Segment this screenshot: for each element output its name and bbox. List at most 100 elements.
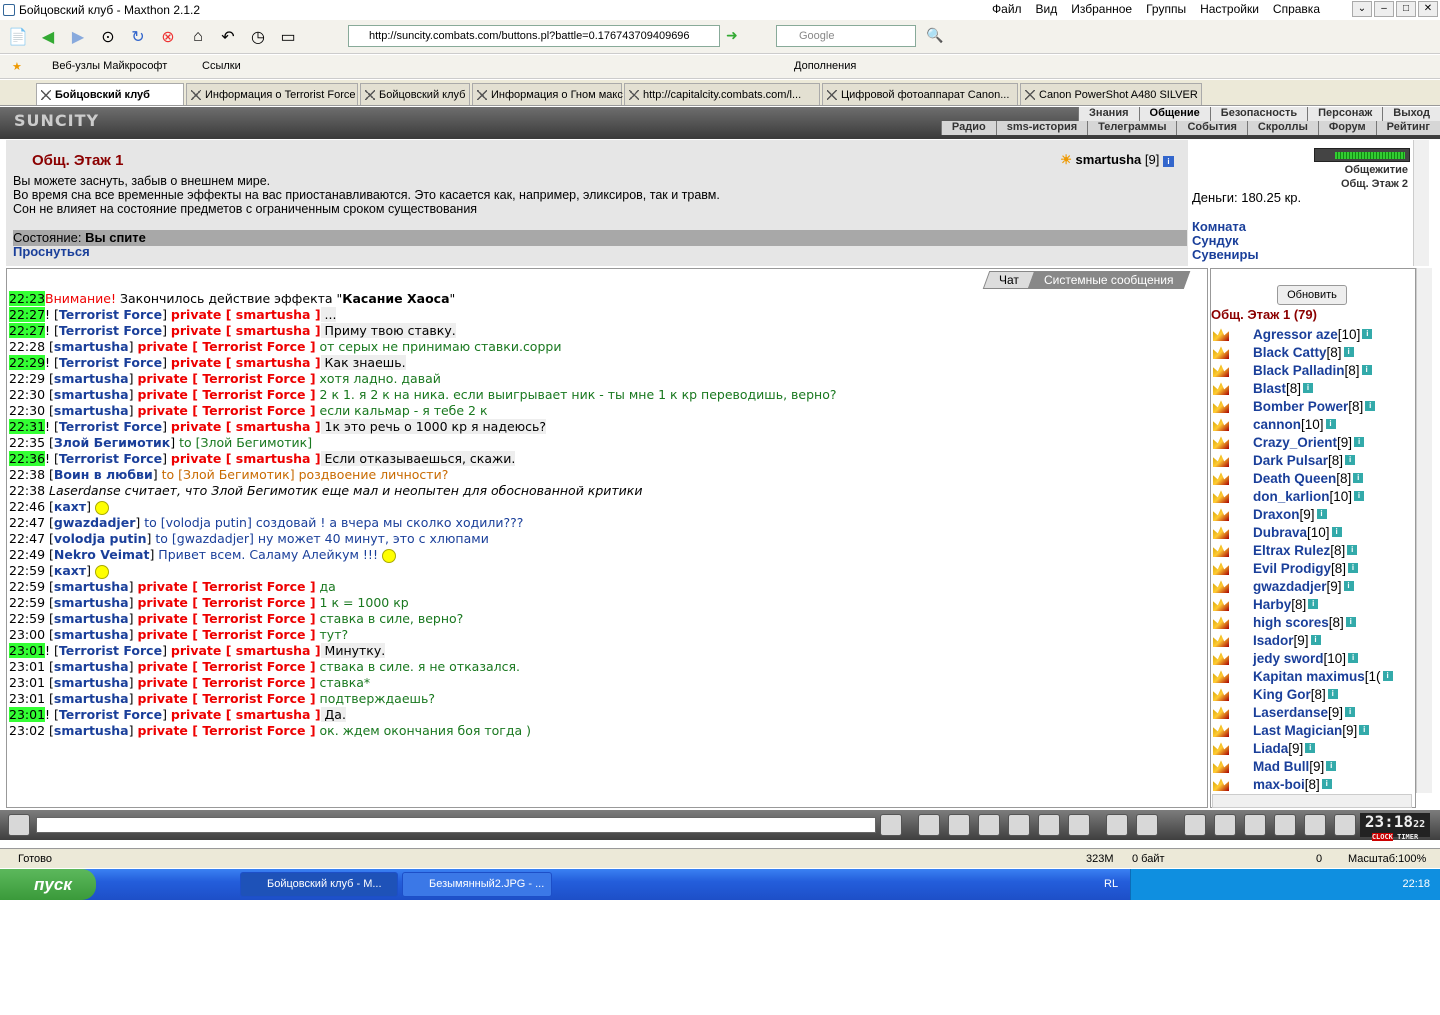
current-user[interactable]: ☀ smartusha [9] i (1060, 152, 1174, 168)
task-fightclub[interactable]: Бойцовский клуб - М... (240, 872, 398, 897)
private-target[interactable]: private [ Terrorist Force ] (137, 627, 315, 642)
stop-icon[interactable]: ⊗ (156, 25, 180, 49)
send-icon[interactable] (880, 814, 902, 836)
info-icon[interactable]: i (1359, 725, 1370, 735)
sender-name[interactable]: Nekro Veimat (54, 547, 150, 562)
nav-character[interactable]: Персонаж (1307, 107, 1382, 121)
private-target[interactable]: private [ Terrorist Force ] (137, 611, 315, 626)
user-list-item[interactable]: gwazdadjer [9] i (1213, 577, 1417, 595)
minimize-button[interactable]: – (1374, 1, 1394, 17)
sender-name[interactable]: smartusha (54, 627, 129, 642)
info-icon[interactable]: i (1308, 599, 1319, 609)
user-name[interactable]: Agressor aze (1253, 327, 1338, 342)
user-name[interactable]: Dubrava (1253, 525, 1307, 540)
info-icon[interactable]: i (1353, 473, 1364, 483)
info-icon[interactable]: i (1345, 617, 1356, 627)
sender-name[interactable]: Terrorist Force (59, 355, 162, 370)
nav-scrolls[interactable]: Скроллы (1246, 121, 1318, 135)
sender-name[interactable]: smartusha (54, 723, 129, 738)
sender-name[interactable]: gwazdadjer (54, 515, 135, 530)
private-target[interactable]: private [ smartusha ] (171, 419, 321, 434)
address-input[interactable]: http://suncity.combats.com/buttons.pl?ba… (348, 25, 720, 47)
tab-canon-powershot[interactable]: Canon PowerShot A480 SILVER (1020, 83, 1202, 105)
user-list-hscrollbar[interactable] (1212, 794, 1412, 808)
private-target[interactable]: private [ smartusha ] (171, 707, 321, 722)
eraser-icon[interactable] (918, 814, 940, 836)
go-icon[interactable]: ➜ (726, 27, 744, 45)
hand-icon[interactable] (1304, 814, 1326, 836)
tab-system-messages[interactable]: Системные сообщения (1028, 271, 1191, 289)
info-icon[interactable]: i (1343, 347, 1354, 357)
info-icon[interactable]: i (1310, 635, 1321, 645)
sender-name[interactable]: кахт (54, 499, 86, 514)
info-icon[interactable]: i (1361, 365, 1372, 375)
info-icon[interactable]: i (1316, 509, 1327, 519)
info-icon[interactable]: i (1348, 653, 1359, 663)
info-icon[interactable]: i (1321, 779, 1332, 789)
user-name[interactable]: Black Catty (1253, 345, 1327, 360)
sender-name[interactable]: Terrorist Force (59, 451, 162, 466)
user-list-item[interactable]: Kapitan maximus [1(i (1213, 667, 1417, 685)
user-name[interactable]: Death Queen (1253, 471, 1336, 486)
user-name[interactable]: Crazy_Orient (1253, 435, 1337, 450)
tab-fightclub-2[interactable]: Бойцовский клуб (360, 83, 470, 105)
user-name[interactable]: Mad Bull (1253, 759, 1309, 774)
user-list-item[interactable]: Liada [9] i (1213, 739, 1417, 757)
user-list-item[interactable]: Black Catty [8] i (1213, 343, 1417, 361)
info-icon[interactable]: i (1163, 156, 1174, 167)
scroll-icon[interactable] (1214, 814, 1236, 836)
user-name[interactable]: Black Palladin (1253, 363, 1345, 378)
user-name[interactable]: high scores (1253, 615, 1329, 630)
user-list-scrollbar[interactable] (1416, 268, 1432, 793)
private-target[interactable]: private [ smartusha ] (171, 323, 321, 338)
sender-name[interactable]: smartusha (54, 339, 129, 354)
user-list-item[interactable]: Laserdanse [9] i (1213, 703, 1417, 721)
private-target[interactable]: private [ Terrorist Force ] (137, 675, 315, 690)
info-icon[interactable]: i (1365, 401, 1376, 411)
nav-rating[interactable]: Рейтинг (1375, 121, 1440, 135)
user-name[interactable]: Evil Prodigy (1253, 561, 1331, 576)
user-list-item[interactable]: Blast [8] i (1213, 379, 1417, 397)
nav-forum[interactable]: Форум (1317, 121, 1376, 135)
user-list-item[interactable]: Dark Pulsar [8] i (1213, 451, 1417, 469)
link-dormitory[interactable]: Общежитие (1345, 164, 1408, 176)
user-name[interactable]: Last Magician (1253, 723, 1342, 738)
user-name[interactable]: Dark Pulsar (1253, 453, 1328, 468)
menu-favorites[interactable]: Избранное (1071, 2, 1132, 16)
sender-name[interactable]: Terrorist Force (59, 707, 162, 722)
info-icon[interactable]: i (1362, 329, 1373, 339)
sender-name[interactable]: smartusha (54, 691, 129, 706)
sender-name[interactable]: smartusha (54, 595, 129, 610)
user-name[interactable]: cannon (1253, 417, 1301, 432)
sender-name[interactable]: smartusha (54, 387, 129, 402)
forward-icon[interactable]: ▶ (66, 25, 90, 49)
private-target[interactable]: private [ Terrorist Force ] (137, 371, 315, 386)
sender-name[interactable]: Terrorist Force (59, 307, 162, 322)
menu-groups[interactable]: Группы (1146, 2, 1186, 16)
user-name[interactable]: Liada (1253, 741, 1288, 756)
user-list-item[interactable]: Bomber Power [8] i (1213, 397, 1417, 415)
user-list-item[interactable]: Draxon [9] i (1213, 505, 1417, 523)
bottle-icon[interactable] (1184, 814, 1206, 836)
favorites-star-icon[interactable]: ★ (12, 60, 22, 73)
private-target[interactable]: private [ Terrorist Force ] (137, 691, 315, 706)
info-icon[interactable]: i (1303, 383, 1314, 393)
sender-name[interactable]: smartusha (54, 675, 129, 690)
nav-events[interactable]: События (1176, 121, 1246, 135)
menu-file[interactable]: Файл (992, 2, 1022, 16)
private-target[interactable]: private [ smartusha ] (171, 307, 321, 322)
user-name[interactable]: Isador (1253, 633, 1294, 648)
user-name[interactable]: Blast (1253, 381, 1286, 396)
info-icon[interactable]: i (1348, 563, 1359, 573)
user-list-item[interactable]: Black Palladin [8] i (1213, 361, 1417, 379)
menu-help[interactable]: Справка (1273, 2, 1320, 16)
people-icon[interactable] (1274, 814, 1296, 836)
fav-links[interactable]: Ссылки (202, 60, 241, 72)
filter-icon[interactable] (948, 814, 970, 836)
refresh-icon[interactable]: ↻ (126, 25, 150, 49)
info-icon[interactable]: i (1345, 707, 1356, 717)
user-list-item[interactable]: Mad Bull [9] i (1213, 757, 1417, 775)
history-dropdown-icon[interactable]: ⊙ (96, 25, 120, 49)
settings-icon[interactable] (1136, 814, 1158, 836)
sender-name[interactable]: Terrorist Force (59, 419, 162, 434)
